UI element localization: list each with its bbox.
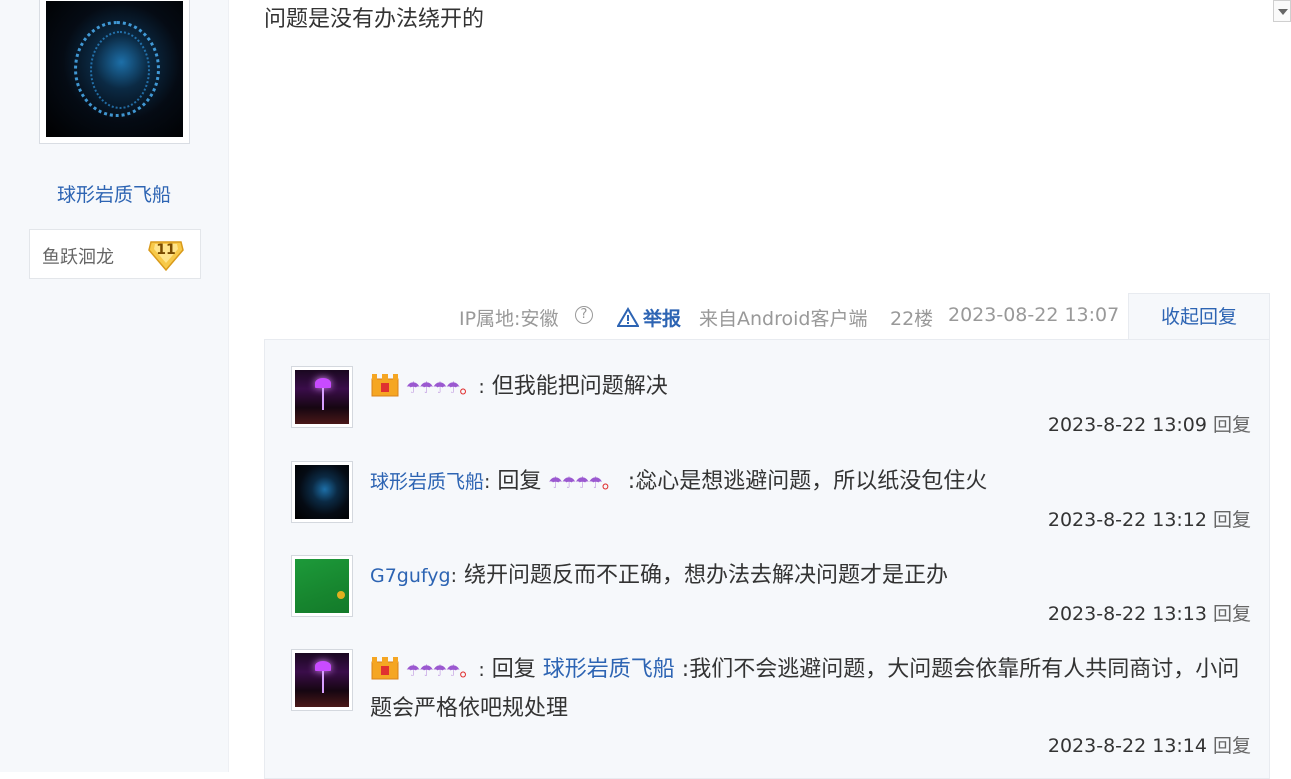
- reply-text: 球形岩质飞船: 回复 ☂☂☂☂。 :惢心是想逃避问题，所以纸没包住火: [370, 469, 988, 494]
- reply-panel: ☂☂☂☂。: 但我能把问题解决 2023-8-22 13:09 回复 球形岩质飞船…: [264, 339, 1270, 779]
- reply-author[interactable]: G7gufyg: [370, 565, 451, 587]
- author-level[interactable]: 鱼跃洄龙 11: [29, 229, 201, 279]
- sphere-avatar-image: [46, 1, 183, 137]
- author-avatar[interactable]: [39, 0, 190, 144]
- reply-button[interactable]: 回复: [1213, 414, 1251, 436]
- post-meta-bar: IP属地:安徽 ? 举报 来自Android客户端 22楼 2023-08-22…: [264, 293, 1270, 340]
- scroll-down-arrow-icon[interactable]: [1273, 0, 1291, 22]
- reply-item: 球形岩质飞船: 回复 ☂☂☂☂。 :惢心是想逃避问题，所以纸没包住火 2023-…: [291, 461, 1251, 541]
- reply-avatar[interactable]: [291, 366, 353, 428]
- level-number: 11: [156, 242, 176, 258]
- post-source[interactable]: 来自Android客户端: [699, 304, 867, 331]
- reply-button[interactable]: 回复: [1213, 603, 1251, 625]
- reply-item: G7gufyg: 绕开问题反而不正确，想办法去解决问题才是正办 2023-8-2…: [291, 555, 1251, 635]
- report-link[interactable]: 举报: [643, 304, 681, 331]
- ip-location: IP属地:安徽: [459, 308, 559, 330]
- reply-item: ☂☂☂☂。: 但我能把问题解决 2023-8-22 13:09 回复: [291, 366, 1251, 446]
- reply-text: ☂☂☂☂。: 回复 球形岩质飞船 :我们不会逃避问题，大问题会依靠所有人共同商讨…: [370, 651, 1250, 728]
- author-sidebar: 球形岩质飞船 鱼跃洄龙 11: [0, 0, 229, 772]
- reply-meta: 2023-8-22 13:09 回复: [1048, 410, 1251, 437]
- reply-time: 2023-8-22 13:14: [1047, 735, 1207, 757]
- reply-text: G7gufyg: 绕开问题反而不正确，想办法去解决问题才是正办: [370, 563, 948, 588]
- reply-author[interactable]: ☂☂☂☂。: [406, 659, 478, 681]
- reply-to-user[interactable]: ☂☂☂☂。: [548, 471, 620, 493]
- reply-avatar[interactable]: [291, 461, 353, 523]
- reply-text: ☂☂☂☂。: 但我能把问题解决: [370, 368, 1250, 407]
- reply-time: 2023-8-22 13:12: [1047, 509, 1207, 531]
- reply-item: ☂☂☂☂。: 回复 球形岩质飞船 :我们不会逃避问题，大问题会依靠所有人共同商讨…: [291, 649, 1251, 769]
- reply-meta: 2023-8-22 13:14 回复: [1048, 731, 1251, 758]
- author-username[interactable]: 球形岩质飞船: [0, 180, 228, 207]
- floor-number: 22楼: [890, 308, 934, 330]
- post-timestamp: 2023-08-22 13:07: [948, 304, 1120, 326]
- level-name: 鱼跃洄龙: [42, 247, 114, 268]
- warning-icon[interactable]: [617, 307, 639, 327]
- reply-button[interactable]: 回复: [1213, 509, 1251, 531]
- vip-castle-icon: [370, 371, 400, 397]
- reply-to-user[interactable]: 球形岩质飞船: [543, 657, 675, 682]
- reply-avatar[interactable]: [291, 555, 353, 617]
- reply-button[interactable]: 回复: [1213, 735, 1251, 757]
- reply-time: 2023-8-22 13:13: [1047, 603, 1207, 625]
- reply-author[interactable]: 球形岩质飞船: [370, 471, 484, 493]
- post-content: 问题是没有办法绕开的: [264, 7, 485, 32]
- level-badge-icon: 11: [147, 236, 185, 272]
- reply-avatar[interactable]: [291, 649, 353, 711]
- vip-castle-icon: [370, 654, 400, 680]
- reply-author[interactable]: ☂☂☂☂。: [406, 376, 478, 398]
- reply-meta: 2023-8-22 13:12 回复: [1048, 505, 1251, 532]
- collapse-replies-button[interactable]: 收起回复: [1128, 293, 1270, 340]
- help-icon[interactable]: ?: [575, 306, 593, 324]
- reply-time: 2023-8-22 13:09: [1047, 414, 1207, 436]
- reply-meta: 2023-8-22 13:13 回复: [1048, 599, 1251, 626]
